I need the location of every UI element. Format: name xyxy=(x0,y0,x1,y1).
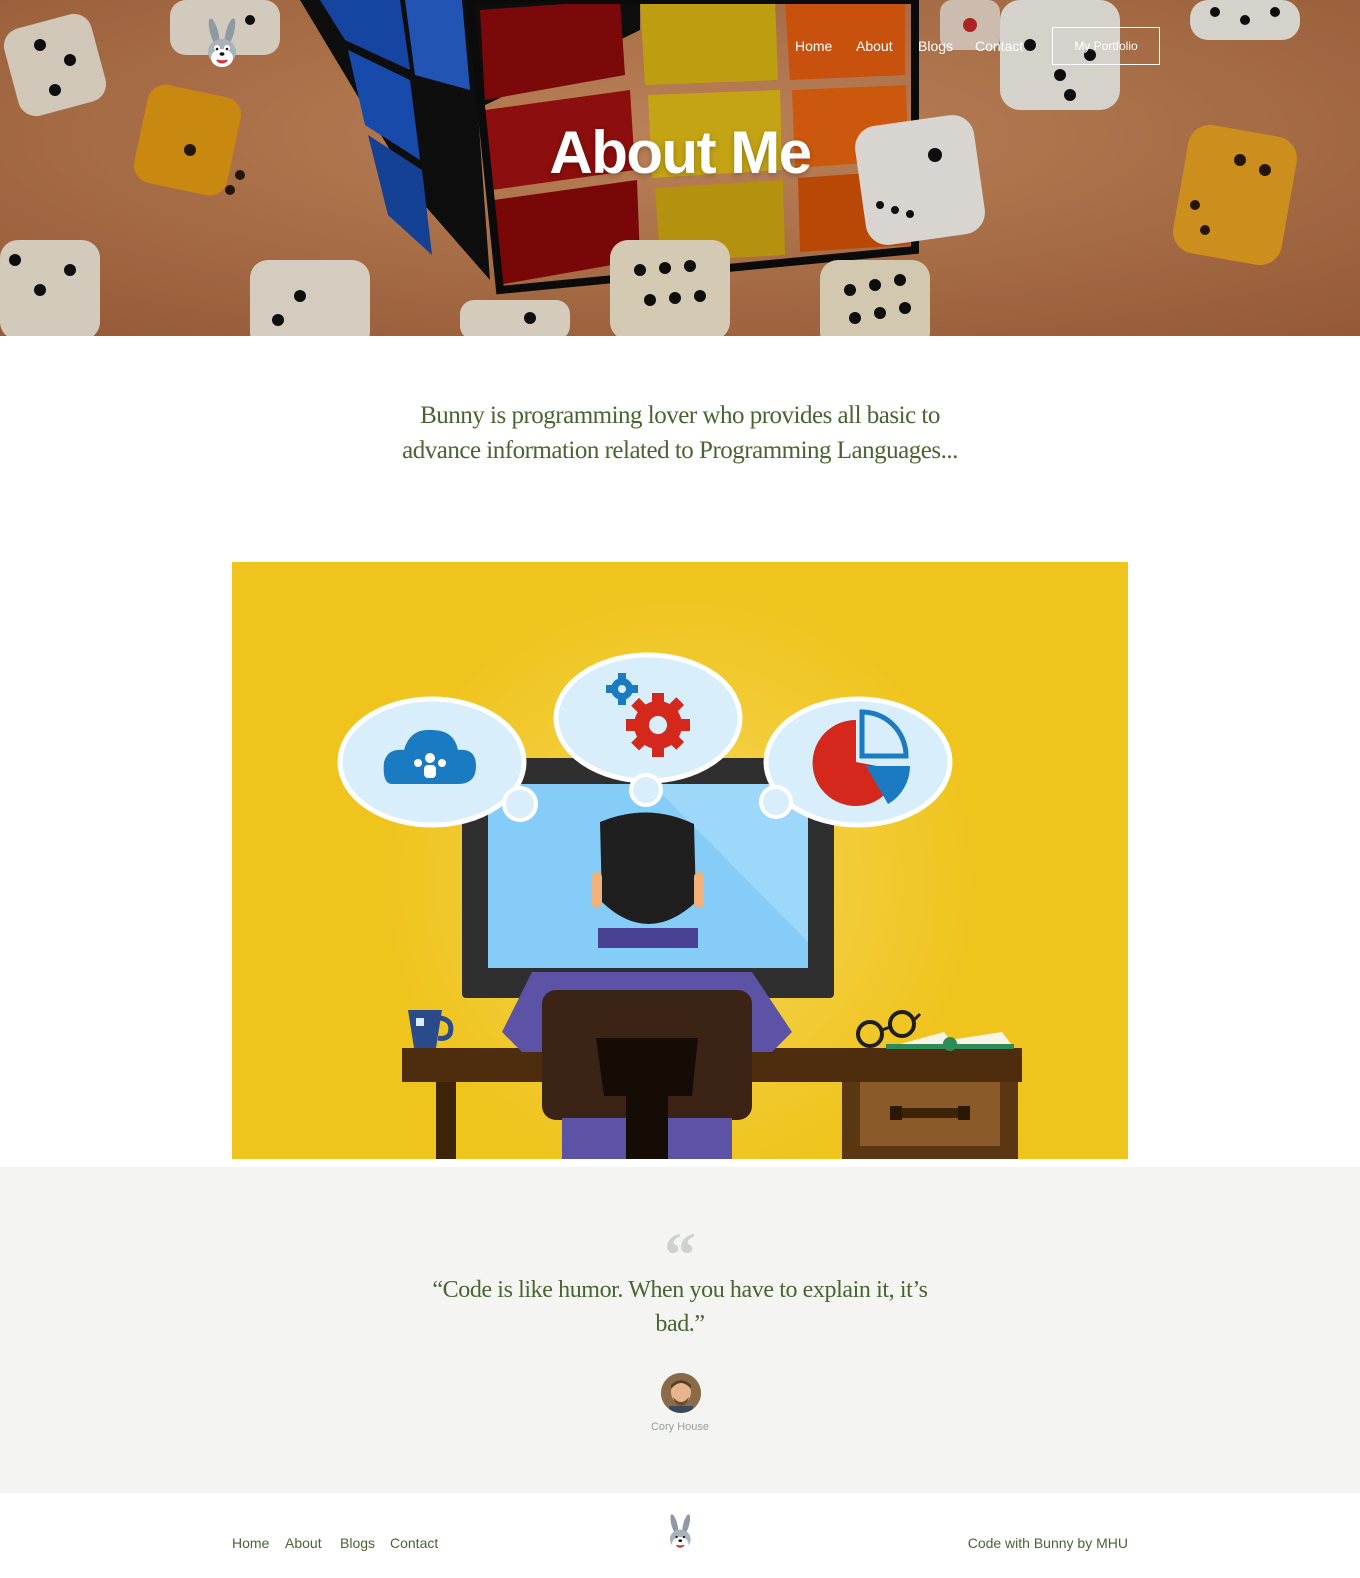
footer: Home About Blogs Contact Code with Bunny… xyxy=(0,1493,1360,1578)
programmer-at-desk-graphic xyxy=(232,562,1128,1159)
quote-author: Cory House xyxy=(650,1421,710,1433)
page-title: About Me xyxy=(549,119,812,186)
pie-chart-bubble xyxy=(759,696,953,828)
bunny-logo-icon[interactable] xyxy=(664,1513,698,1555)
nav-about-link[interactable]: About xyxy=(856,38,893,54)
hero-banner: Home About Blogs Contact My Portfolio Ab… xyxy=(0,0,1360,336)
author-photo xyxy=(661,1373,701,1413)
quote-section: “ “Code is like humor. When you have to … xyxy=(0,1167,1360,1493)
avatar xyxy=(661,1373,701,1413)
nav-home-link[interactable]: Home xyxy=(795,38,832,54)
footer-contact-link[interactable]: Contact xyxy=(390,1535,438,1551)
footer-blogs-link[interactable]: Blogs xyxy=(340,1535,375,1551)
nav-blogs-link[interactable]: Blogs xyxy=(918,38,953,54)
bunny-logo-icon[interactable] xyxy=(200,18,246,72)
my-portfolio-button[interactable]: My Portfolio xyxy=(1052,27,1160,65)
quote-text: “Code is like humor. When you have to ex… xyxy=(432,1277,928,1337)
nav-contact-link[interactable]: Contact xyxy=(975,38,1023,54)
intro-text: Bunny is programming lover who provides … xyxy=(402,402,958,464)
programmer-illustration xyxy=(232,562,1128,1159)
footer-about-link[interactable]: About xyxy=(285,1535,322,1551)
footer-home-link[interactable]: Home xyxy=(232,1535,269,1551)
footer-credit: Code with Bunny by MHU xyxy=(967,1535,1128,1551)
